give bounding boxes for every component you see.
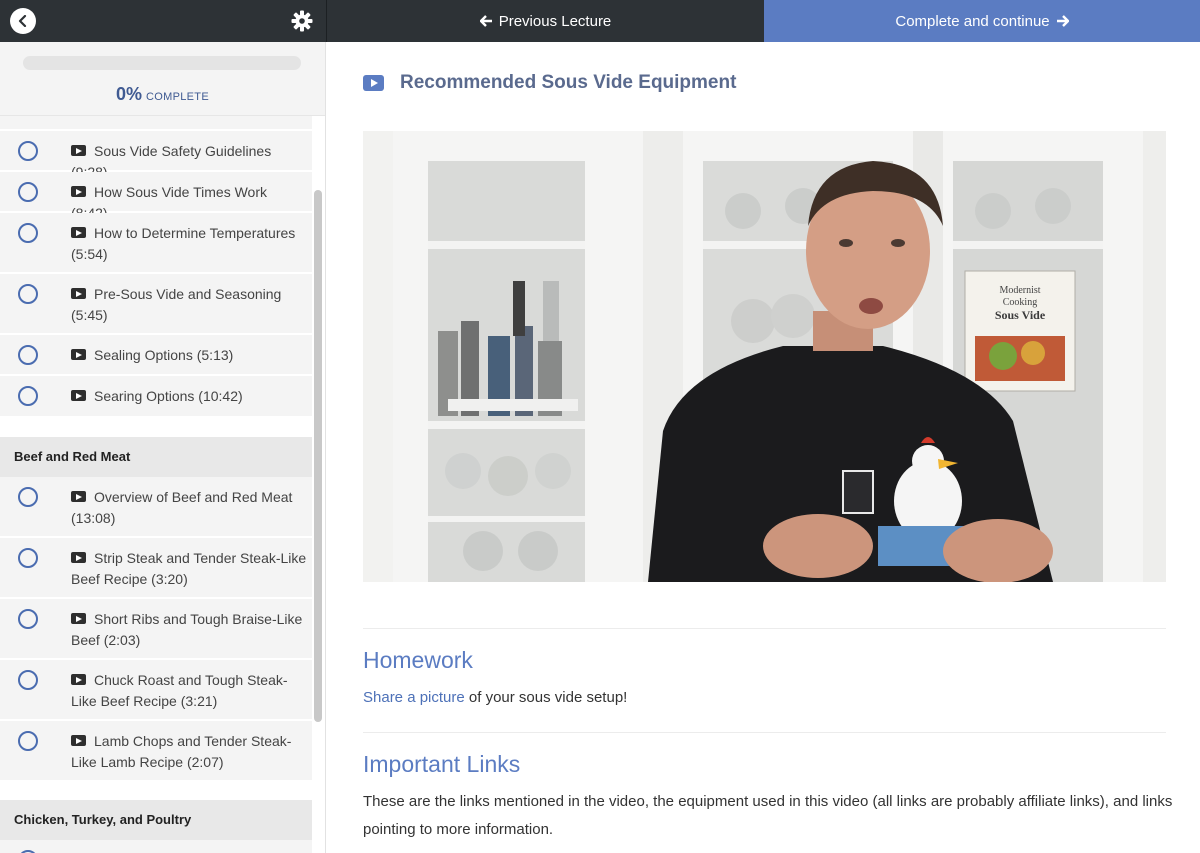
lesson-title: Chuck Roast and Tough Steak-Like Beef Re…	[71, 672, 288, 709]
lesson-title: Sealing Options (5:13)	[94, 347, 234, 363]
book-title: Sous Vide	[995, 308, 1046, 322]
list-item[interactable]: Pre-Sous Vide and Seasoning (5:45)	[0, 274, 312, 334]
lesson-title: Strip Steak and Tender Steak-Like Beef R…	[71, 550, 307, 587]
progress-percent: 0%	[116, 84, 143, 104]
video-frame: Modernist Cooking Sous Vide	[363, 131, 1166, 582]
video-icon	[71, 674, 86, 685]
video-icon	[71, 349, 86, 360]
divider	[363, 732, 1166, 733]
list-item[interactable]: Sous Vide Safety Guidelines (9:28)	[0, 131, 312, 180]
back-button[interactable]	[10, 8, 36, 34]
lesson-title: Short Ribs and Tough Braise-Like Beef (2…	[71, 611, 303, 648]
sidebar-header	[0, 0, 326, 42]
list-item[interactable]: Searing Options (10:42)	[0, 376, 312, 417]
incomplete-circle-icon	[18, 284, 38, 304]
video-icon	[71, 552, 86, 563]
incomplete-circle-icon	[18, 731, 38, 751]
incomplete-circle-icon	[18, 548, 38, 568]
gear-icon[interactable]	[290, 9, 314, 33]
progress-label: COMPLETE	[146, 91, 209, 103]
list-item[interactable]: Lamb Chops and Tender Steak-Like Lamb Re…	[0, 721, 312, 781]
share-picture-link[interactable]: Share a picture	[363, 689, 465, 706]
incomplete-circle-icon	[18, 386, 38, 406]
video-icon	[71, 227, 86, 238]
video-icon	[71, 613, 86, 624]
lecture-content: Recommended Sous Vide Equipment Modernis…	[326, 42, 1200, 853]
lesson-title: Overview of Beef and Red Meat (13:08)	[71, 489, 293, 526]
list-item[interactable]: Short Ribs and Tough Braise-Like Beef (2…	[0, 599, 312, 659]
important-links-heading: Important Links	[363, 751, 521, 777]
arrow-right-icon	[1056, 15, 1069, 27]
incomplete-circle-icon	[18, 487, 38, 507]
incomplete-circle-icon	[18, 223, 38, 243]
section-header: Beef and Red Meat	[0, 437, 312, 477]
video-icon	[71, 491, 86, 502]
incomplete-circle-icon	[18, 141, 38, 161]
incomplete-circle-icon	[18, 609, 38, 629]
divider	[363, 628, 1166, 629]
sidebar-scrollbar[interactable]	[314, 190, 322, 722]
course-progress: 0% COMPLETE	[0, 42, 325, 116]
incomplete-circle-icon	[18, 182, 38, 202]
video-icon	[71, 145, 86, 156]
list-item[interactable]: How to Determine Temperatures (5:54)	[0, 213, 312, 273]
video-icon	[71, 186, 86, 197]
book-text-line1: Modernist	[999, 285, 1040, 296]
list-item[interactable]: How Sous Vide Times Work (8:42)	[0, 172, 312, 221]
list-item[interactable]	[0, 840, 312, 853]
video-icon	[71, 288, 86, 299]
lesson-title: Searing Options (10:42)	[94, 388, 243, 404]
course-sidebar: Sous Vide Safety Guidelines (9:28) How S…	[0, 42, 326, 853]
book-text-line2: Cooking	[1003, 297, 1037, 308]
list-item[interactable]: Sealing Options (5:13)	[0, 335, 312, 375]
video-icon	[71, 390, 86, 401]
list-item[interactable]: Chuck Roast and Tough Steak-Like Beef Re…	[0, 660, 312, 720]
top-bar: Previous Lecture Complete and continue	[0, 0, 1200, 42]
complete-and-continue-button[interactable]: Complete and continue	[764, 0, 1200, 42]
list-item[interactable]: Strip Steak and Tender Steak-Like Beef R…	[0, 538, 312, 598]
previous-lecture-button[interactable]: Previous Lecture	[326, 0, 764, 42]
incomplete-circle-icon	[18, 670, 38, 690]
incomplete-circle-icon	[18, 345, 38, 365]
complete-and-continue-label: Complete and continue	[895, 12, 1050, 30]
lesson-title: How to Determine Temperatures (5:54)	[71, 225, 296, 262]
lesson-title: Lamb Chops and Tender Steak-Like Lamb Re…	[71, 733, 292, 770]
important-links-text: These are the links mentioned in the vid…	[363, 793, 1173, 838]
homework-text: Share a picture of your sous vide setup!	[363, 684, 627, 712]
previous-lecture-label: Previous Lecture	[498, 12, 612, 30]
chevron-left-icon	[18, 15, 27, 27]
lecture-header: Recommended Sous Vide Equipment	[363, 72, 736, 94]
video-player[interactable]: Modernist Cooking Sous Vide	[363, 131, 1166, 582]
progress-bar	[23, 56, 301, 70]
arrow-left-icon	[479, 15, 492, 27]
video-icon	[363, 75, 384, 91]
section-header: Chicken, Turkey, and Poultry	[0, 800, 312, 840]
homework-heading: Homework	[363, 647, 473, 673]
lesson-title: Pre-Sous Vide and Seasoning (5:45)	[71, 286, 282, 323]
video-icon	[71, 735, 86, 746]
lecture-title: Recommended Sous Vide Equipment	[400, 72, 737, 93]
homework-text-after: of your sous vide setup!	[464, 689, 628, 706]
list-item[interactable]: Overview of Beef and Red Meat (13:08)	[0, 477, 312, 537]
